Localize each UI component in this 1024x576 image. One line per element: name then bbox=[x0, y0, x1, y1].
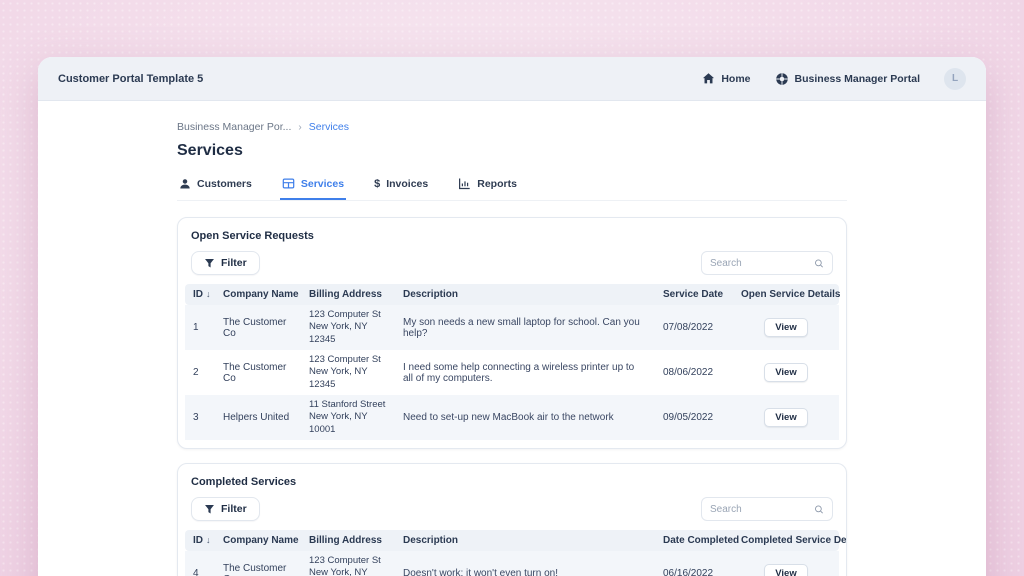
open-col-details[interactable]: Open Service Details bbox=[733, 284, 839, 305]
open-services-table: ID↓ Company Name Billing Address Descrip… bbox=[185, 284, 839, 440]
person-icon bbox=[179, 178, 191, 190]
top-navbar: Customer Portal Template 5 Home Business… bbox=[38, 57, 986, 101]
business-manager-portal-link[interactable]: Business Manager Portal bbox=[775, 72, 920, 86]
tab-services-label: Services bbox=[301, 178, 344, 190]
open-col-address[interactable]: Billing Address bbox=[301, 284, 395, 305]
cell-id: 2 bbox=[185, 350, 215, 395]
portal-icon bbox=[775, 72, 789, 86]
cell-date: 07/08/2022 bbox=[655, 305, 733, 350]
open-col-id[interactable]: ID↓ bbox=[185, 284, 215, 305]
breadcrumb: Business Manager Por... › Services bbox=[177, 121, 847, 133]
completed-search-box bbox=[701, 497, 833, 521]
open-service-requests-card: Open Service Requests Filter bbox=[177, 217, 847, 449]
completed-filter-label: Filter bbox=[221, 503, 247, 515]
completed-col-details[interactable]: Completed Service Details bbox=[733, 530, 839, 551]
tab-invoices[interactable]: $ Invoices bbox=[372, 175, 430, 200]
open-card-title: Open Service Requests bbox=[178, 218, 846, 242]
dollar-icon: $ bbox=[374, 178, 380, 190]
page-content: Business Manager Por... › Services Servi… bbox=[38, 101, 986, 576]
topnav-right: Home Business Manager Portal L bbox=[702, 68, 966, 90]
tab-customers-label: Customers bbox=[197, 178, 252, 190]
table-row: 3 Helpers United 11 Stanford StreetNew Y… bbox=[185, 395, 839, 440]
completed-col-company[interactable]: Company Name bbox=[215, 530, 301, 551]
view-button[interactable]: View bbox=[764, 408, 807, 427]
table-row: 1 The Customer Co 123 Computer StNew Yor… bbox=[185, 305, 839, 350]
breadcrumb-separator-icon: › bbox=[298, 122, 301, 133]
cell-description: I need some help connecting a wireless p… bbox=[395, 350, 655, 395]
search-icon bbox=[814, 504, 824, 515]
breadcrumb-parent[interactable]: Business Manager Por... bbox=[177, 121, 291, 133]
open-col-description[interactable]: Description bbox=[395, 284, 655, 305]
tab-reports-label: Reports bbox=[477, 178, 517, 190]
cell-address: 123 Computer StNew York, NY 12345 bbox=[301, 551, 395, 576]
cell-address: 123 Computer StNew York, NY 12345 bbox=[301, 350, 395, 395]
cell-action: View bbox=[733, 551, 839, 576]
app-title: Customer Portal Template 5 bbox=[58, 73, 203, 85]
search-icon bbox=[814, 258, 824, 269]
open-filter-button[interactable]: Filter bbox=[191, 251, 260, 275]
portal-link-label: Business Manager Portal bbox=[795, 73, 920, 85]
sort-desc-icon: ↓ bbox=[206, 535, 211, 545]
tab-bar: Customers Services $ Invoices bbox=[177, 175, 847, 201]
cell-address: 11 Stanford StreetNew York, NY 10001 bbox=[301, 395, 395, 440]
completed-table-header-row: ID↓ Company Name Billing Address Descrip… bbox=[185, 530, 839, 551]
page-title: Services bbox=[177, 142, 847, 160]
app-window: Customer Portal Template 5 Home Business… bbox=[38, 57, 986, 576]
table-row: 2 The Customer Co 123 Computer StNew Yor… bbox=[185, 350, 839, 395]
cell-company: Helpers United bbox=[215, 395, 301, 440]
cell-action: View bbox=[733, 350, 839, 395]
home-link[interactable]: Home bbox=[702, 72, 750, 85]
cell-date: 08/06/2022 bbox=[655, 350, 733, 395]
cell-description: My son needs a new small laptop for scho… bbox=[395, 305, 655, 350]
completed-services-table: ID↓ Company Name Billing Address Descrip… bbox=[185, 530, 839, 576]
open-table-header-row: ID↓ Company Name Billing Address Descrip… bbox=[185, 284, 839, 305]
home-icon bbox=[702, 72, 715, 85]
cell-id: 3 bbox=[185, 395, 215, 440]
completed-services-card: Completed Services Filter bbox=[177, 463, 847, 576]
cell-date: 09/05/2022 bbox=[655, 395, 733, 440]
completed-search-input[interactable] bbox=[710, 504, 814, 515]
tab-services[interactable]: Services bbox=[280, 175, 346, 200]
view-button[interactable]: View bbox=[764, 564, 807, 576]
completed-col-address[interactable]: Billing Address bbox=[301, 530, 395, 551]
cell-address: 123 Computer StNew York, NY 12345 bbox=[301, 305, 395, 350]
open-col-date[interactable]: Service Date bbox=[655, 284, 733, 305]
completed-col-id[interactable]: ID↓ bbox=[185, 530, 215, 551]
cell-company: The Customer Co bbox=[215, 350, 301, 395]
table-row: 4 The Customer Co 123 Computer StNew Yor… bbox=[185, 551, 839, 576]
completed-col-date[interactable]: Date Completed bbox=[655, 530, 733, 551]
completed-card-toolbar: Filter bbox=[178, 488, 846, 530]
cell-company: The Customer Co bbox=[215, 305, 301, 350]
filter-icon bbox=[204, 258, 215, 269]
home-link-label: Home bbox=[721, 73, 750, 85]
chart-icon bbox=[458, 177, 471, 190]
sort-desc-icon: ↓ bbox=[206, 289, 211, 299]
cell-company: The Customer Co bbox=[215, 551, 301, 576]
breadcrumb-current[interactable]: Services bbox=[309, 121, 349, 133]
cell-description: Doesn't work; it won't even turn on! bbox=[395, 551, 655, 576]
tab-invoices-label: Invoices bbox=[386, 178, 428, 190]
filter-icon bbox=[204, 504, 215, 515]
tab-customers[interactable]: Customers bbox=[177, 175, 254, 200]
cell-id: 1 bbox=[185, 305, 215, 350]
cell-action: View bbox=[733, 395, 839, 440]
cell-description: Need to set-up new MacBook air to the ne… bbox=[395, 395, 655, 440]
user-avatar[interactable]: L bbox=[944, 68, 966, 90]
completed-card-title: Completed Services bbox=[178, 464, 846, 488]
table-icon bbox=[282, 177, 295, 190]
completed-filter-button[interactable]: Filter bbox=[191, 497, 260, 521]
open-search-input[interactable] bbox=[710, 258, 814, 269]
view-button[interactable]: View bbox=[764, 363, 807, 382]
cell-date: 06/16/2022 bbox=[655, 551, 733, 576]
cell-action: View bbox=[733, 305, 839, 350]
open-card-toolbar: Filter bbox=[178, 242, 846, 284]
open-filter-label: Filter bbox=[221, 257, 247, 269]
view-button[interactable]: View bbox=[764, 318, 807, 337]
open-search-box bbox=[701, 251, 833, 275]
open-col-company[interactable]: Company Name bbox=[215, 284, 301, 305]
tab-reports[interactable]: Reports bbox=[456, 175, 519, 200]
cell-id: 4 bbox=[185, 551, 215, 576]
completed-col-description[interactable]: Description bbox=[395, 530, 655, 551]
